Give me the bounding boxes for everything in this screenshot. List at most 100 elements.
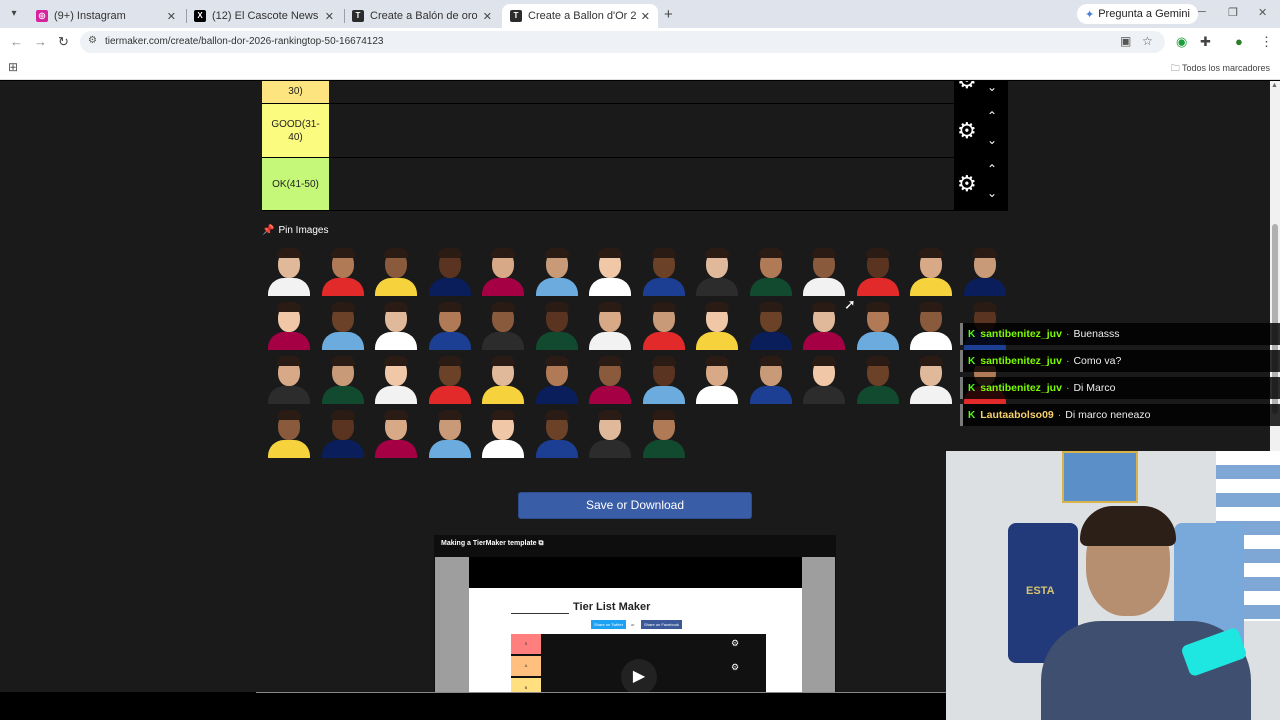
player-image[interactable] <box>264 354 314 404</box>
chevron-down-icon[interactable]: ⌄ <box>987 186 997 200</box>
player-image[interactable] <box>424 354 475 404</box>
tier-label[interactable]: GOOD(31-40) <box>262 104 329 157</box>
player-image[interactable] <box>531 354 582 404</box>
tier-label[interactable]: 30) <box>262 81 329 103</box>
tab-close-icon[interactable]: ✕ <box>167 10 176 23</box>
player-image[interactable] <box>424 246 475 296</box>
gear-icon[interactable]: ⚙ <box>957 81 977 94</box>
reload-icon[interactable]: ↻ <box>58 34 69 50</box>
player-image[interactable] <box>371 300 421 350</box>
player-image[interactable] <box>371 408 421 458</box>
player-image[interactable] <box>317 408 368 458</box>
player-image[interactable] <box>692 354 742 404</box>
new-tab-button[interactable]: + <box>664 6 673 23</box>
player-image[interactable] <box>424 300 475 350</box>
play-icon[interactable]: ▶ <box>621 659 657 692</box>
back-icon[interactable]: ← <box>10 34 23 49</box>
player-image[interactable] <box>478 408 528 458</box>
player-image[interactable] <box>799 300 849 350</box>
tab-search-icon[interactable]: ▾ <box>6 6 22 22</box>
player-image[interactable] <box>478 300 528 350</box>
player-image[interactable] <box>264 300 314 350</box>
apps-grid-icon[interactable]: ⊞ <box>8 60 18 74</box>
player-image[interactable] <box>478 354 528 404</box>
tab-close-icon[interactable]: ✕ <box>483 10 492 23</box>
gemini-button[interactable]: ✦ Pregunta a Gemini <box>1077 4 1198 24</box>
player-image[interactable] <box>638 246 689 296</box>
player-image[interactable] <box>264 246 314 296</box>
player-image[interactable] <box>906 300 956 350</box>
browser-menu-icon[interactable]: ⋮ <box>1260 34 1273 50</box>
player-image[interactable] <box>852 354 903 404</box>
player-image[interactable] <box>371 246 421 296</box>
chevron-down-icon[interactable]: ⌄ <box>987 133 997 147</box>
player-image[interactable] <box>906 354 956 404</box>
extensions-puzzle-icon[interactable]: ✚ <box>1200 34 1211 50</box>
player-image[interactable] <box>478 246 528 296</box>
player-image[interactable] <box>745 354 796 404</box>
scroll-up-icon[interactable]: ▲ <box>1271 82 1278 89</box>
tier-drop-zone[interactable] <box>329 158 954 210</box>
tier-label[interactable]: OK(41-50) <box>262 158 329 210</box>
all-bookmarks[interactable]: 🗀 Todos los marcadores <box>1171 61 1270 77</box>
player-image[interactable] <box>264 408 314 458</box>
horizontal-scrollbar[interactable] <box>0 692 946 720</box>
profile-avatar[interactable]: ● <box>1235 34 1243 49</box>
chevron-up-icon[interactable]: ⌃ <box>987 162 997 176</box>
close-window-icon[interactable]: ✕ <box>1258 6 1267 19</box>
tier-drop-zone[interactable] <box>329 81 954 103</box>
player-kit <box>321 332 364 350</box>
gear-icon[interactable]: ⚙ <box>957 171 977 197</box>
browser-tab[interactable]: ◎ (9+) Instagram ✕ <box>28 4 184 28</box>
player-image[interactable] <box>585 300 635 350</box>
browser-tab[interactable]: T Create a Ballon d'Or 2026 Rank ✕ <box>502 4 658 28</box>
player-image[interactable] <box>799 354 849 404</box>
player-image[interactable] <box>799 246 849 296</box>
extension-icon[interactable]: ◉ <box>1176 34 1187 50</box>
browser-tab[interactable]: X (12) El Cascote News (@ElCascote ✕ <box>186 4 342 28</box>
player-image[interactable] <box>745 246 796 296</box>
player-image[interactable] <box>531 408 582 458</box>
player-image[interactable] <box>906 246 956 296</box>
restore-icon[interactable]: ❐ <box>1228 6 1238 19</box>
player-image[interactable] <box>585 408 635 458</box>
player-image[interactable] <box>959 246 1010 296</box>
player-image[interactable] <box>317 246 368 296</box>
browser-tab[interactable]: T Create a Balón de oro 2026 Tier ✕ <box>344 4 500 28</box>
player-image[interactable] <box>852 300 903 350</box>
tier-drop-zone[interactable] <box>329 104 954 157</box>
player-image[interactable] <box>745 300 796 350</box>
site-info-icon[interactable]: ⚙ <box>88 35 97 46</box>
tab-close-icon[interactable]: ✕ <box>325 10 334 23</box>
chevron-down-icon[interactable]: ⌄ <box>987 81 997 94</box>
url-text[interactable]: tiermaker.com/create/ballon-dor-2026-ran… <box>105 36 384 47</box>
tab-close-icon[interactable]: ✕ <box>641 10 650 23</box>
mini-tier-label: S <box>511 634 541 654</box>
chat-message: K Lautaabolso09 · Di marco neneazo <box>960 404 1280 426</box>
player-image[interactable] <box>317 300 368 350</box>
player-image[interactable] <box>371 354 421 404</box>
translate-icon[interactable]: ▣ <box>1120 34 1131 48</box>
player-image[interactable] <box>585 246 635 296</box>
gear-icon[interactable]: ⚙ <box>957 118 977 144</box>
player-image[interactable] <box>317 354 368 404</box>
player-image[interactable] <box>424 408 475 458</box>
forward-icon[interactable]: → <box>34 34 47 49</box>
external-link-icon[interactable]: ⧉ <box>539 540 544 547</box>
player-image[interactable] <box>692 300 742 350</box>
pin-images-toggle[interactable]: 📌 Pin Images <box>262 225 328 236</box>
player-image[interactable] <box>638 408 689 458</box>
bookmark-star-icon[interactable]: ☆ <box>1142 34 1153 48</box>
player-image[interactable] <box>531 300 582 350</box>
minimize-icon[interactable]: ─ <box>1198 6 1206 18</box>
player-image[interactable] <box>852 246 903 296</box>
player-image[interactable] <box>638 300 689 350</box>
player-image[interactable] <box>585 354 635 404</box>
player-image[interactable] <box>638 354 689 404</box>
save-or-download-button[interactable]: Save or Download <box>518 492 752 519</box>
address-bar[interactable]: ⚙ tiermaker.com/create/ballon-dor-2026-r… <box>80 31 1165 53</box>
player-image[interactable] <box>531 246 582 296</box>
chevron-up-icon[interactable]: ⌃ <box>987 109 997 123</box>
tutorial-video[interactable]: Making a TierMaker template ⧉ Tier List … <box>434 535 836 692</box>
player-image[interactable] <box>692 246 742 296</box>
